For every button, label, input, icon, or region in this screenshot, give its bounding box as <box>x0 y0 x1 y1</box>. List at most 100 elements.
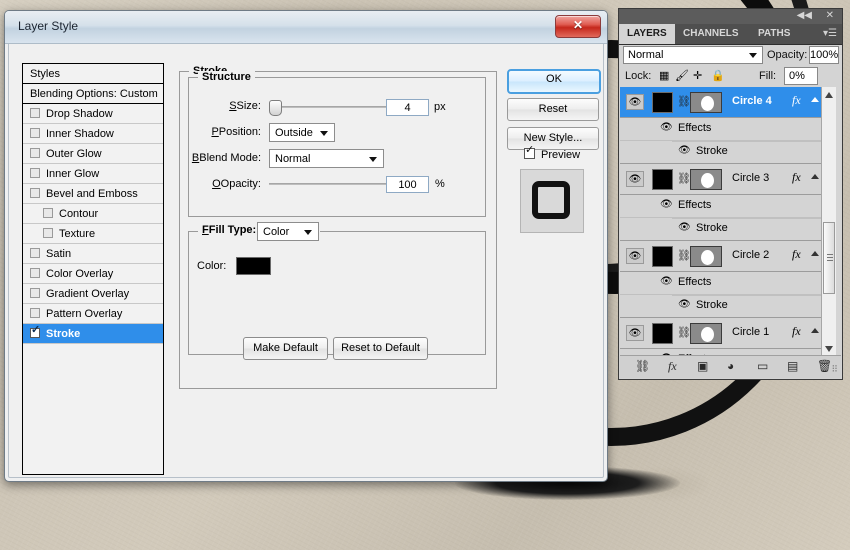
collapse-panel-icon[interactable]: ◀◀ <box>797 10 812 21</box>
eye-icon[interactable]: 👁 <box>660 199 673 210</box>
checkbox-stroke[interactable] <box>30 328 40 338</box>
eye-icon[interactable]: 👁 <box>678 145 691 156</box>
effect-stroke-row[interactable]: 👁 Stroke <box>620 295 821 318</box>
style-row-bevel-and-emboss[interactable]: Bevel and Emboss <box>23 184 163 204</box>
fx-icon[interactable]: fx <box>792 324 801 339</box>
checkbox-texture[interactable] <box>43 228 53 238</box>
effects-row[interactable]: 👁 Effects <box>620 272 821 295</box>
layer-name[interactable]: Circle 3 <box>732 172 769 184</box>
eye-icon[interactable]: 👁 <box>626 248 644 264</box>
fx-icon[interactable]: fx <box>792 93 801 108</box>
layer-row-circle-4[interactable]: 👁 ⛓ Circle 4 fx <box>620 87 821 118</box>
scroll-down-icon[interactable] <box>825 346 833 352</box>
link-icon[interactable]: ⛓ <box>677 95 691 108</box>
eye-icon[interactable]: 👁 <box>678 299 691 310</box>
style-row-inner-glow[interactable]: Inner Glow <box>23 164 163 184</box>
style-row-satin[interactable]: Satin <box>23 244 163 264</box>
panel-menu-icon[interactable]: ▾☰ <box>823 28 837 40</box>
styles-list[interactable]: Styles Blending Options: Custom Drop Sha… <box>22 63 164 475</box>
effect-stroke-row[interactable]: 👁 Stroke <box>620 141 821 164</box>
fill-type-dropdown[interactable]: Color <box>257 222 319 241</box>
tab-channels[interactable]: CHANNELS <box>675 24 747 44</box>
expand-effects-icon[interactable] <box>811 328 819 333</box>
lock-move-icon[interactable]: ✛ <box>693 69 702 82</box>
layer-mask-thumbnail[interactable] <box>690 323 722 344</box>
delete-layer-icon[interactable]: 🗑 <box>817 359 832 373</box>
effect-stroke-row[interactable]: 👁 Stroke <box>620 218 821 241</box>
style-row-outer-glow[interactable]: Outer Glow <box>23 144 163 164</box>
checkbox-pattern-overlay[interactable] <box>30 308 40 318</box>
layer-thumbnail[interactable] <box>652 323 673 344</box>
resize-grip-icon[interactable]: ⠿ <box>831 364 838 375</box>
panel-blend-mode-dropdown[interactable]: Normal <box>623 46 763 64</box>
expand-effects-icon[interactable] <box>811 97 819 102</box>
position-dropdown[interactable]: Outside <box>269 123 335 142</box>
preview-checkbox-row[interactable]: Preview <box>524 148 580 161</box>
eye-icon[interactable]: 👁 <box>626 94 644 110</box>
reset-to-default-button[interactable]: Reset to Default <box>333 337 428 360</box>
style-row-texture[interactable]: Texture <box>23 224 163 244</box>
fx-icon[interactable]: fx <box>792 170 801 185</box>
checkbox-color-overlay[interactable] <box>30 268 40 278</box>
lock-all-icon[interactable]: 🔒 <box>711 69 725 82</box>
effects-row[interactable]: 👁 Effects <box>620 195 821 218</box>
opacity-input[interactable]: 100 <box>386 176 429 193</box>
style-row-color-overlay[interactable]: Color Overlay <box>23 264 163 284</box>
blend-mode-dropdown[interactable]: Normal <box>269 149 384 168</box>
lock-transparency-icon[interactable]: ▦ <box>659 69 669 82</box>
checkbox-bevel-and-emboss[interactable] <box>30 188 40 198</box>
make-default-button[interactable]: Make Default <box>243 337 328 360</box>
style-row-inner-shadow[interactable]: Inner Shadow <box>23 124 163 144</box>
expand-effects-icon[interactable] <box>811 251 819 256</box>
eye-icon[interactable]: 👁 <box>678 222 691 233</box>
new-style-button[interactable]: New Style... <box>507 127 599 150</box>
size-input[interactable]: 4 <box>386 99 429 116</box>
checkbox-contour[interactable] <box>43 208 53 218</box>
style-row-drop-shadow[interactable]: Drop Shadow <box>23 104 163 124</box>
checkbox-outer-glow[interactable] <box>30 148 40 158</box>
layer-mask-thumbnail[interactable] <box>690 169 722 190</box>
layer-name[interactable]: Circle 1 <box>732 326 769 338</box>
ok-button[interactable]: OK <box>507 69 601 94</box>
opacity-slider[interactable] <box>269 177 401 191</box>
layer-thumbnail[interactable] <box>652 246 673 267</box>
blending-options-row[interactable]: Blending Options: Custom <box>23 84 163 104</box>
link-layers-icon[interactable]: ⛓ <box>635 359 650 373</box>
eye-icon[interactable]: 👁 <box>660 276 673 287</box>
layer-mask-thumbnail[interactable] <box>690 246 722 267</box>
checkbox-drop-shadow[interactable] <box>30 108 40 118</box>
add-fx-icon[interactable]: fx <box>668 359 677 374</box>
fill-input[interactable]: 0% <box>784 67 818 85</box>
panel-opacity-input[interactable]: 100% <box>809 46 839 64</box>
checkbox-inner-shadow[interactable] <box>30 128 40 138</box>
expand-effects-icon[interactable] <box>811 174 819 179</box>
tab-layers[interactable]: LAYERS <box>619 24 675 44</box>
style-row-contour[interactable]: Contour <box>23 204 163 224</box>
style-row-pattern-overlay[interactable]: Pattern Overlay <box>23 304 163 324</box>
styles-list-header[interactable]: Styles <box>23 64 163 84</box>
layer-list[interactable]: 👁 ⛓ Circle 4 fx 👁 Effects 👁 Stroke 👁 ⛓ C… <box>620 87 821 357</box>
eye-icon[interactable]: 👁 <box>660 122 673 133</box>
checkbox-gradient-overlay[interactable] <box>30 288 40 298</box>
checkbox-inner-glow[interactable] <box>30 168 40 178</box>
layer-row-circle-3[interactable]: 👁 ⛓ Circle 3 fx <box>620 164 821 195</box>
layer-mask-thumbnail[interactable] <box>690 92 722 113</box>
add-mask-icon[interactable]: ▣ <box>697 359 708 373</box>
adjustment-layer-icon[interactable]: ◕ <box>727 359 734 373</box>
eye-icon[interactable]: 👁 <box>626 325 644 341</box>
scrollbar-thumb[interactable] <box>823 222 835 294</box>
reset-button[interactable]: Reset <box>507 98 599 121</box>
layer-name[interactable]: Circle 2 <box>732 249 769 261</box>
layer-thumbnail[interactable] <box>652 169 673 190</box>
tab-paths[interactable]: PATHS <box>750 24 798 44</box>
new-group-icon[interactable]: ▭ <box>757 359 768 373</box>
style-row-gradient-overlay[interactable]: Gradient Overlay <box>23 284 163 304</box>
layer-row-circle-2[interactable]: 👁 ⛓ Circle 2 fx <box>620 241 821 272</box>
eye-icon[interactable]: 👁 <box>626 171 644 187</box>
dialog-title-bar[interactable]: Layer Style ✕ <box>5 11 607 44</box>
layers-scrollbar[interactable] <box>821 87 836 357</box>
link-icon[interactable]: ⛓ <box>677 249 691 262</box>
checkbox-satin[interactable] <box>30 248 40 258</box>
layer-name[interactable]: Circle 4 <box>732 95 772 107</box>
size-slider-thumb[interactable] <box>269 100 282 116</box>
